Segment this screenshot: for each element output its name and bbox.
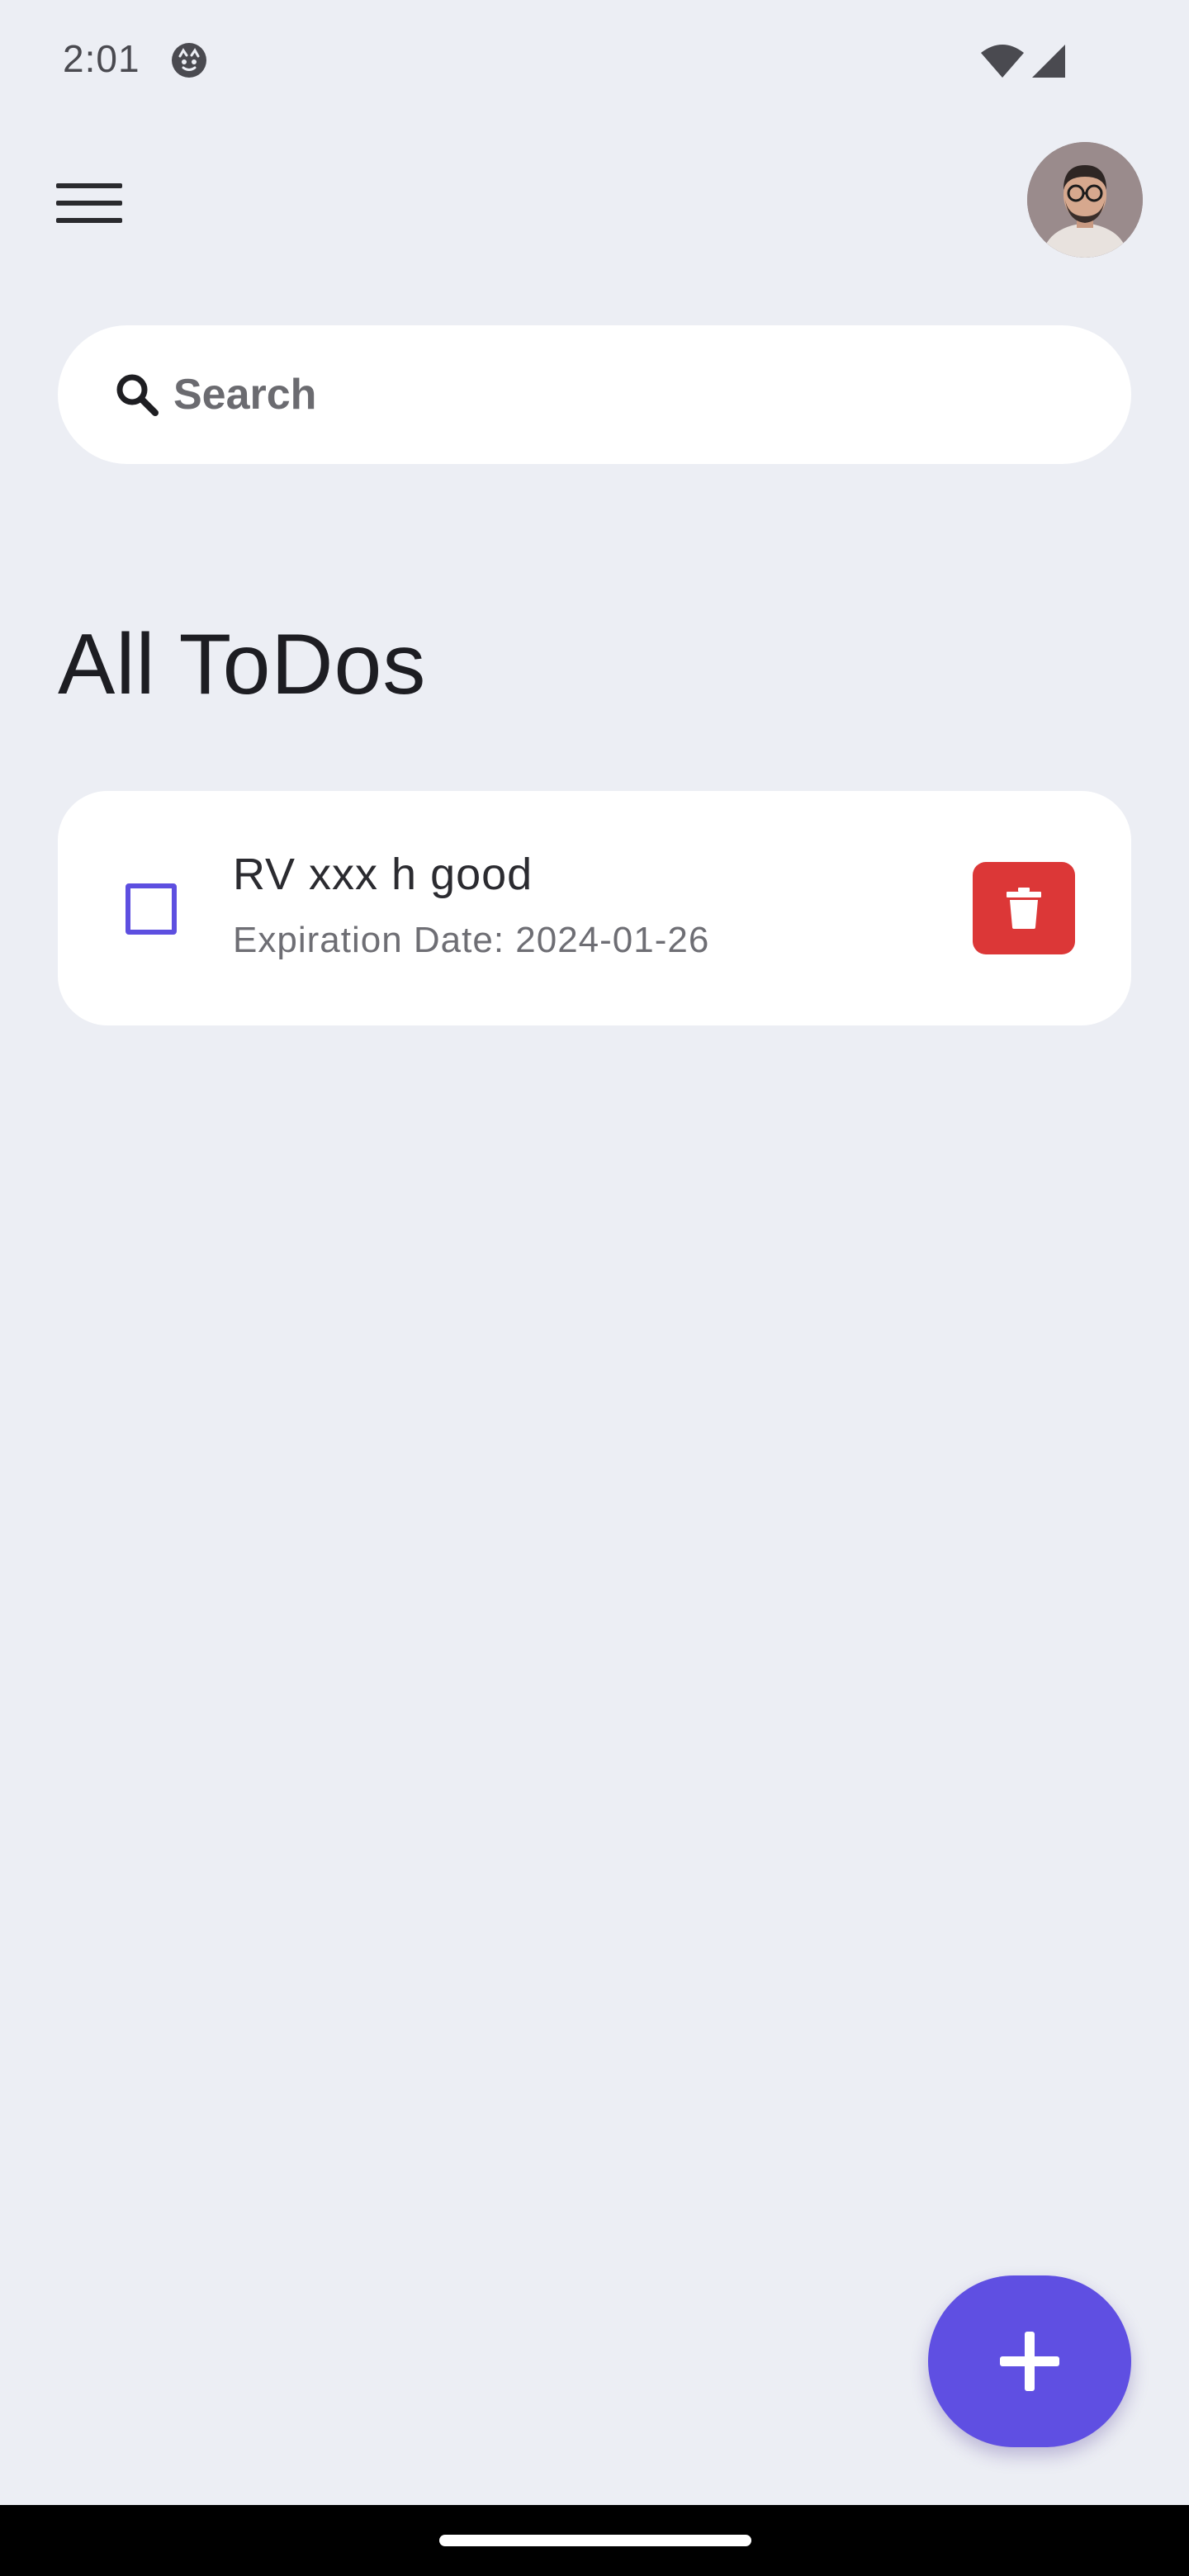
search-icon <box>116 374 159 416</box>
notification-icon <box>172 43 206 78</box>
user-avatar[interactable] <box>1027 142 1143 258</box>
todo-screen: 2:01 Search All ToDos RV xxx h good Expi… <box>0 0 1189 2576</box>
signal-icon <box>1032 45 1065 78</box>
avatar-portrait-icon <box>1027 142 1143 258</box>
status-bar: 2:01 <box>0 0 1189 124</box>
search-bar[interactable] <box>58 325 1131 464</box>
plus-icon <box>1000 2332 1059 2391</box>
delete-todo-button[interactable] <box>973 862 1075 954</box>
navigation-bar <box>0 2505 1189 2576</box>
add-todo-button[interactable] <box>928 2275 1131 2447</box>
search-input[interactable] <box>173 370 917 419</box>
status-time: 2:01 <box>63 37 140 80</box>
menu-button[interactable] <box>50 170 129 236</box>
todo-checkbox[interactable] <box>126 883 177 935</box>
todo-title: RV xxx h good <box>233 850 533 899</box>
todo-item: RV xxx h good Expiration Date: 2024-01-2… <box>58 791 1131 1025</box>
trash-icon <box>1007 888 1041 929</box>
home-gesture-handle[interactable] <box>439 2535 751 2546</box>
todo-expiration-date: Expiration Date: 2024-01-26 <box>233 920 710 960</box>
wifi-icon <box>981 45 1024 78</box>
page-title: All ToDos <box>58 617 427 713</box>
hamburger-menu-icon <box>56 183 122 223</box>
